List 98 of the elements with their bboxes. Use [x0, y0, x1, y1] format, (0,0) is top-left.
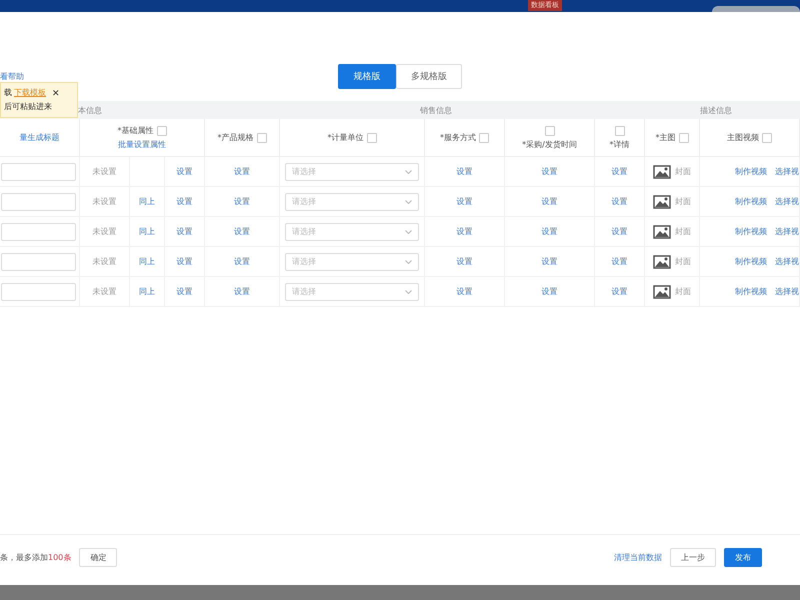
- same-as-above-link[interactable]: 同上: [139, 256, 155, 267]
- column-header: *基础属性: [118, 125, 154, 136]
- set-link[interactable]: 设置: [612, 196, 628, 207]
- set-link[interactable]: 设置: [542, 166, 558, 177]
- caret-icon: [405, 260, 412, 264]
- make-video-link[interactable]: 制作视频: [735, 286, 767, 297]
- set-link[interactable]: 设置: [234, 166, 250, 177]
- title-input[interactable]: [1, 192, 76, 210]
- clear-data-link[interactable]: 清理当前数据: [614, 552, 662, 562]
- group-label: 销售信息: [420, 104, 452, 116]
- select-video-link[interactable]: 选择视: [775, 256, 799, 267]
- set-link[interactable]: 设置: [176, 286, 192, 297]
- status-text: 未设置: [92, 226, 116, 237]
- image-label: 封面: [675, 286, 691, 297]
- status-text: 未设置: [92, 256, 116, 267]
- title-input[interactable]: [1, 252, 76, 270]
- set-link[interactable]: 设置: [234, 256, 250, 267]
- select-video-link[interactable]: 选择视: [775, 226, 799, 237]
- checkbox[interactable]: [678, 132, 688, 142]
- checkbox[interactable]: [156, 126, 166, 136]
- set-link[interactable]: 设置: [234, 226, 250, 237]
- batch-attribute-link[interactable]: 批量设置属性: [118, 139, 166, 150]
- select-video-link[interactable]: 选择视: [775, 196, 799, 207]
- column-header: *详情: [610, 138, 630, 150]
- same-as-above-link[interactable]: 同上: [139, 196, 155, 207]
- set-link[interactable]: 设置: [456, 196, 472, 207]
- make-video-link[interactable]: 制作视频: [735, 196, 767, 207]
- image-label: 封面: [675, 196, 691, 207]
- limit-note: 条，最多添加: [0, 552, 48, 562]
- set-link[interactable]: 设置: [612, 166, 628, 177]
- set-link[interactable]: 设置: [456, 286, 472, 297]
- title-input[interactable]: [1, 222, 76, 240]
- same-as-above-link[interactable]: 同上: [139, 286, 155, 297]
- set-link[interactable]: 设置: [542, 286, 558, 297]
- set-link[interactable]: 设置: [456, 226, 472, 237]
- status-text: 未设置: [92, 166, 116, 177]
- set-link[interactable]: 设置: [176, 226, 192, 237]
- title-input[interactable]: [1, 162, 76, 180]
- same-as-above-link[interactable]: 同上: [139, 226, 155, 237]
- set-link[interactable]: 设置: [456, 166, 472, 177]
- column-header: *主图: [656, 132, 676, 143]
- image-icon: [653, 254, 671, 268]
- generate-title-link[interactable]: 量生成标题: [20, 132, 60, 143]
- select-video-link[interactable]: 选择视: [775, 166, 799, 177]
- column-header: *采购/发货时间: [522, 138, 577, 150]
- set-link[interactable]: 设置: [176, 166, 192, 177]
- status-text: 未设置: [92, 196, 116, 207]
- caret-icon: [405, 230, 412, 234]
- set-link[interactable]: 设置: [234, 286, 250, 297]
- set-link[interactable]: 设置: [612, 286, 628, 297]
- checkbox[interactable]: [762, 132, 772, 142]
- column-header: *产品规格: [218, 132, 254, 143]
- checkbox[interactable]: [366, 132, 376, 142]
- image-icon: [653, 224, 671, 238]
- group-label: 本信息: [78, 104, 102, 116]
- tab[interactable]: 规格版: [338, 64, 396, 89]
- column-header: *计量单位: [328, 132, 364, 143]
- help-link[interactable]: 看帮助: [0, 71, 24, 82]
- column-header: *服务方式: [440, 132, 476, 143]
- tooltip-text: 后可粘贴进来: [4, 102, 52, 111]
- caret-icon: [405, 170, 412, 174]
- column-header: 主图视频: [727, 132, 759, 143]
- image-icon: [653, 284, 671, 298]
- set-link[interactable]: 设置: [234, 196, 250, 207]
- confirm-button[interactable]: 确定: [79, 548, 118, 566]
- close-button[interactable]: ✕: [52, 88, 60, 98]
- previous-button[interactable]: 上一步: [670, 548, 716, 566]
- checkbox[interactable]: [479, 132, 489, 142]
- set-link[interactable]: 设置: [542, 196, 558, 207]
- set-link[interactable]: 设置: [612, 226, 628, 237]
- download-template-link[interactable]: 下载模板: [14, 86, 46, 100]
- make-video-link[interactable]: 制作视频: [735, 166, 767, 177]
- set-link[interactable]: 设置: [542, 256, 558, 267]
- image-label: 封面: [675, 166, 691, 177]
- image-label: 封面: [675, 226, 691, 237]
- select-video-link[interactable]: 选择视: [775, 286, 799, 297]
- publish-button[interactable]: 发布: [724, 548, 762, 566]
- tab[interactable]: 多规格版: [396, 64, 462, 89]
- tooltip-text: 载: [4, 87, 12, 99]
- image-icon: [653, 164, 671, 178]
- status-text: 未设置: [92, 286, 116, 297]
- make-video-link[interactable]: 制作视频: [735, 226, 767, 237]
- checkbox[interactable]: [256, 132, 266, 142]
- make-video-link[interactable]: 制作视频: [735, 256, 767, 267]
- caret-icon: [405, 200, 412, 204]
- set-link[interactable]: 设置: [612, 256, 628, 267]
- caret-icon: [405, 290, 412, 294]
- checkbox[interactable]: [614, 126, 624, 136]
- image-icon: [653, 194, 671, 208]
- set-link[interactable]: 设置: [176, 256, 192, 267]
- set-link[interactable]: 设置: [176, 196, 192, 207]
- checkbox[interactable]: [544, 126, 554, 136]
- limit-count: 100条: [48, 552, 72, 562]
- set-link[interactable]: 设置: [542, 226, 558, 237]
- title-input[interactable]: [1, 282, 76, 300]
- group-label: 描述信息: [700, 104, 732, 116]
- set-link[interactable]: 设置: [456, 256, 472, 267]
- image-label: 封面: [675, 256, 691, 267]
